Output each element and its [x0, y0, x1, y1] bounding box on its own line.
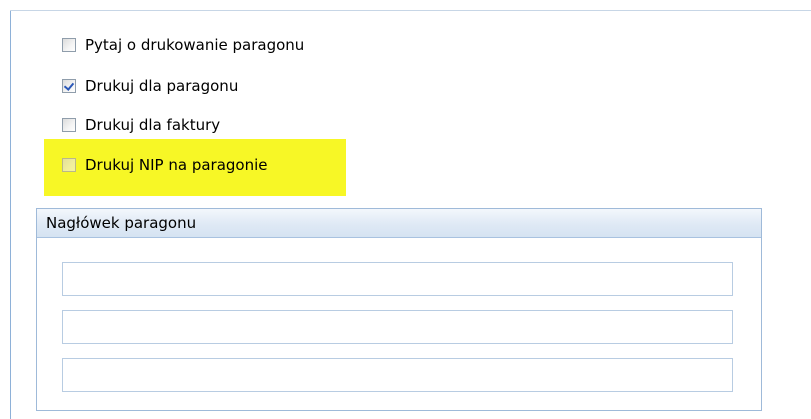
ask-print-receipt-checkbox[interactable]	[62, 38, 76, 52]
receipt-header-title: Nagłówek paragonu	[37, 209, 761, 238]
ask-print-receipt-label: Pytaj o drukowanie paragonu	[85, 36, 305, 54]
receipt-header-line-1[interactable]	[62, 262, 733, 296]
panel-top-border	[10, 10, 811, 11]
ask-print-receipt-checkbox-row[interactable]: Pytaj o drukowanie paragonu	[62, 32, 304, 58]
print-nip-on-receipt-checkbox-row[interactable]: Drukuj NIP na paragonie	[62, 152, 268, 178]
print-for-invoice-checkbox-row[interactable]: Drukuj dla faktury	[62, 112, 220, 138]
print-for-receipt-checkbox[interactable]	[62, 79, 76, 93]
print-nip-on-receipt-label: Drukuj NIP na paragonie	[85, 156, 268, 174]
receipt-header-line-2[interactable]	[62, 310, 733, 344]
print-for-invoice-checkbox[interactable]	[62, 118, 76, 132]
receipt-header-line-3[interactable]	[62, 358, 733, 392]
panel-left-border	[10, 10, 11, 419]
print-for-invoice-label: Drukuj dla faktury	[85, 116, 221, 134]
print-for-receipt-checkbox-row[interactable]: Drukuj dla paragonu	[62, 73, 238, 99]
print-for-receipt-label: Drukuj dla paragonu	[85, 77, 239, 95]
receipt-header-group: Nagłówek paragonu	[36, 208, 762, 411]
settings-panel: Pytaj o drukowanie paragonu Drukuj dla p…	[0, 0, 811, 419]
print-nip-on-receipt-checkbox[interactable]	[62, 158, 76, 172]
